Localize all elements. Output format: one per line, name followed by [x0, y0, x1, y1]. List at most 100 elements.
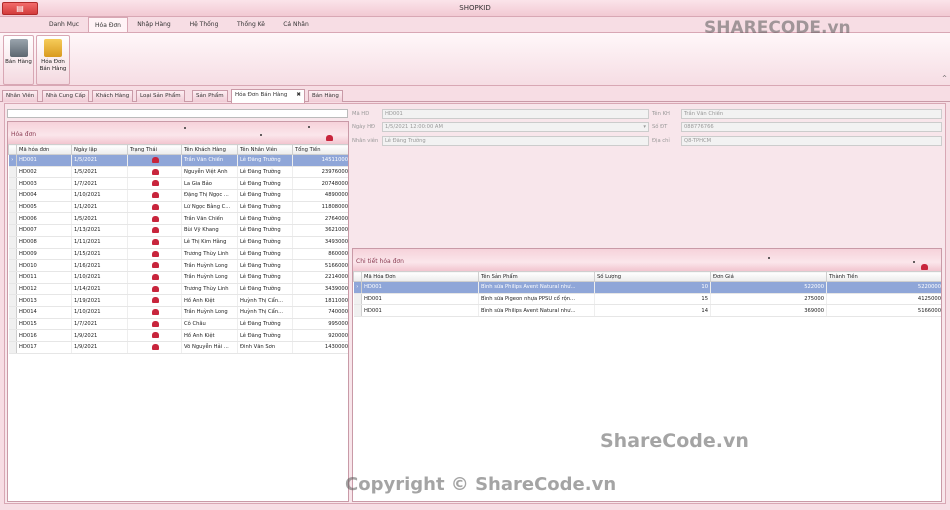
table-row[interactable]: HD002 1/5/2021 Nguyễn Việt Anh Lê Đăng Trườ… [8, 166, 348, 179]
row-header[interactable] [8, 271, 17, 284]
cell-trang-thai[interactable] [127, 236, 182, 249]
cell-ma-hoa-don[interactable]: HD001 [16, 154, 72, 167]
col-ten-san-pham[interactable]: Tên Sản Phẩm [478, 271, 595, 282]
cell-ma-hoa-don[interactable]: HD013 [16, 294, 72, 307]
table-row[interactable]: HD001 Bình sữa Pigeon nhựa PPSU cổ rộn...… [353, 293, 941, 306]
row-header[interactable]: › [353, 281, 362, 294]
cell-ten-khach-hang[interactable]: Trần Huỳnh Long [181, 259, 238, 272]
table-row[interactable]: HD011 1/10/2021 Trần Huỳnh Long Lê Đăng Trư… [8, 271, 348, 284]
cell-ma-hoa-don[interactable]: HD008 [16, 236, 72, 249]
col-tong-tien[interactable]: Tổng Tiền [292, 144, 348, 155]
cell-ten-khach-hang[interactable]: Cô Châu [181, 318, 238, 331]
dropdown-arrow-icon[interactable]: ▾ [643, 123, 646, 132]
table-row[interactable]: HD010 1/16/2021 Trần Huỳnh Long Lê Đăng Trư… [8, 259, 348, 272]
row-header[interactable] [8, 248, 17, 261]
table-row[interactable]: HD006 1/5/2021 Trần Văn Chiến Lê Đăng Trườn… [8, 212, 348, 226]
menu-tab-he-thong[interactable]: Hệ Thống [182, 17, 226, 32]
close-tab-icon[interactable]: ✖ [296, 90, 301, 101]
row-header[interactable] [8, 318, 17, 331]
cell-ten-khach-hang[interactable]: Bùi Vỹ Khang [181, 224, 238, 237]
cell-ma-hoa-don[interactable]: HD017 [16, 341, 72, 354]
cell-trang-thai[interactable] [127, 318, 182, 331]
cell-trang-thai[interactable] [127, 201, 182, 214]
cell-tong-tien[interactable]: 20748000 [292, 177, 348, 191]
cell-ten-nhan-vien[interactable]: Lê Đăng Trường [237, 201, 293, 214]
cell-tong-tien[interactable]: 11808000 [292, 201, 348, 214]
row-header[interactable] [8, 259, 17, 272]
cell-ten-khach-hang[interactable]: Hồ Anh Kiệt [181, 329, 238, 342]
menu-tab-thong-ke[interactable]: Thống Kê [230, 17, 272, 32]
cell-ten-nhan-vien[interactable]: Đinh Văn Sơn [237, 341, 293, 354]
cell-ngay-lap[interactable]: 1/14/2021 [71, 283, 128, 296]
cell-ten-nhan-vien[interactable]: Lê Đăng Trường [237, 271, 293, 284]
table-row[interactable]: › HD001 Bình sữa Philips Avent Natural như… [353, 281, 941, 294]
table-row[interactable]: HD013 1/19/2021 Hồ Anh Kiệt Huỳnh Thị Cẩn..… [8, 294, 348, 307]
cell-trang-thai[interactable] [127, 294, 182, 307]
tab-ban-hang[interactable]: Bán Hàng [308, 90, 343, 102]
col-ngay-lap[interactable]: Ngày lập [71, 144, 128, 155]
cell-trang-thai[interactable] [127, 283, 182, 296]
cell-tong-tien[interactable]: 3439000 [292, 283, 348, 296]
cell-trang-thai[interactable] [127, 212, 182, 226]
cell-trang-thai[interactable] [127, 154, 182, 167]
tab-san-pham[interactable]: Sản Phẩm [192, 90, 228, 102]
row-header[interactable] [8, 236, 17, 249]
cell-tong-tien[interactable]: 860000 [292, 248, 348, 261]
cell-ten-khach-hang[interactable]: Lê Thị Kim Hằng [181, 236, 238, 249]
cell-ten-nhan-vien[interactable]: Lê Đăng Trường [237, 166, 293, 179]
collapse-ribbon-icon[interactable]: ^ [942, 75, 947, 82]
cell-tong-tien[interactable]: 2214000 [292, 271, 348, 284]
ban-hang-button[interactable]: Bán Hàng [3, 35, 34, 85]
cell-ten-san-pham[interactable]: Bình sữa Pigeon nhựa PPSU cổ rộn... [478, 293, 595, 306]
cell-tong-tien[interactable]: 23976000 [292, 166, 348, 179]
ten-kh-field[interactable]: Trần Văn Chiến [681, 109, 942, 119]
cell-thanh-tien[interactable]: 5166000 [826, 304, 941, 318]
cell-ten-nhan-vien[interactable]: Lê Đăng Trường [237, 189, 293, 202]
cell-ma-hoa-don[interactable]: HD007 [16, 224, 72, 237]
tab-nhan-vien[interactable]: Nhân Viên [2, 90, 39, 102]
cell-ten-nhan-vien[interactable]: Lê Đăng Trường [237, 248, 293, 261]
col-ten-khach-hang[interactable]: Tên Khách Hàng [181, 144, 238, 155]
row-header[interactable] [8, 329, 17, 342]
cell-ten-khach-hang[interactable]: Trương Thùy Linh [181, 248, 238, 261]
table-row[interactable]: HD017 1/9/2021 Võ Nguyễn Hải ... Đinh Văn S… [8, 341, 348, 354]
row-header[interactable] [353, 293, 362, 306]
cell-ngay-lap[interactable]: 1/10/2021 [71, 271, 128, 284]
ngay-hd-field[interactable]: 1/5/2021 12:00:00 AM ▾ [382, 122, 649, 132]
cell-ma-hoa-don[interactable]: HD014 [16, 306, 72, 319]
cell-ten-nhan-vien[interactable]: Lê Đăng Trường [237, 318, 293, 331]
cell-ten-nhan-vien[interactable]: Lê Đăng Trường [237, 259, 293, 272]
cell-ten-khach-hang[interactable]: Trương Thùy Linh [181, 283, 238, 296]
cell-ngay-lap[interactable]: 1/9/2021 [71, 329, 128, 342]
menu-tab-hoa-don[interactable]: Hóa Đơn [88, 17, 128, 33]
cell-trang-thai[interactable] [127, 177, 182, 191]
cell-ten-khach-hang[interactable]: Trần Văn Chiến [181, 212, 238, 226]
row-header[interactable] [353, 304, 362, 318]
cell-ten-khach-hang[interactable]: Võ Nguyễn Hải ... [181, 341, 238, 354]
cell-ten-san-pham[interactable]: Bình sữa Philips Avent Natural như... [478, 281, 595, 294]
table-row[interactable]: HD014 1/10/2021 Trần Huỳnh Long Huỳnh Thị C… [8, 306, 348, 319]
cell-don-gia[interactable]: 275000 [710, 293, 827, 306]
table-row[interactable]: HD008 1/11/2021 Lê Thị Kim Hằng Lê Đăng Trư… [8, 236, 348, 249]
cell-ma-hoa-don[interactable]: HD009 [16, 248, 72, 261]
table-row[interactable]: HD016 1/9/2021 Hồ Anh Kiệt Lê Đăng Trường 92… [8, 329, 348, 342]
cell-trang-thai[interactable] [127, 271, 182, 284]
row-header[interactable] [8, 166, 17, 179]
cell-ma-hoa-don[interactable]: HD001 [361, 293, 479, 306]
cell-ma-hoa-don[interactable]: HD012 [16, 283, 72, 296]
cell-ma-hoa-don[interactable]: HD015 [16, 318, 72, 331]
col-ma-hoa-don[interactable]: Mã Hóa Đơn [361, 271, 479, 282]
cell-trang-thai[interactable] [127, 341, 182, 354]
cell-tong-tien[interactable]: 3493000 [292, 236, 348, 249]
cell-ten-nhan-vien[interactable]: Huỳnh Thị Cẩn... [237, 306, 293, 319]
cell-ten-khach-hang[interactable]: Trần Huỳnh Long [181, 271, 238, 284]
cell-ten-khach-hang[interactable]: Đặng Thị Ngọc ... [181, 189, 238, 202]
cell-tong-tien[interactable]: 2764000 [292, 212, 348, 226]
cell-ten-khach-hang[interactable]: Nguyễn Việt Anh [181, 166, 238, 179]
cell-tong-tien[interactable]: 1811000 [292, 294, 348, 307]
col-thanh-tien[interactable]: Thành Tiền [826, 271, 941, 282]
cell-ngay-lap[interactable]: 1/15/2021 [71, 248, 128, 261]
cell-ten-nhan-vien[interactable]: Lê Đăng Trường [237, 212, 293, 226]
cell-tong-tien[interactable]: 5166000 [292, 259, 348, 272]
cell-ten-nhan-vien[interactable]: Lê Đăng Trường [237, 154, 293, 167]
